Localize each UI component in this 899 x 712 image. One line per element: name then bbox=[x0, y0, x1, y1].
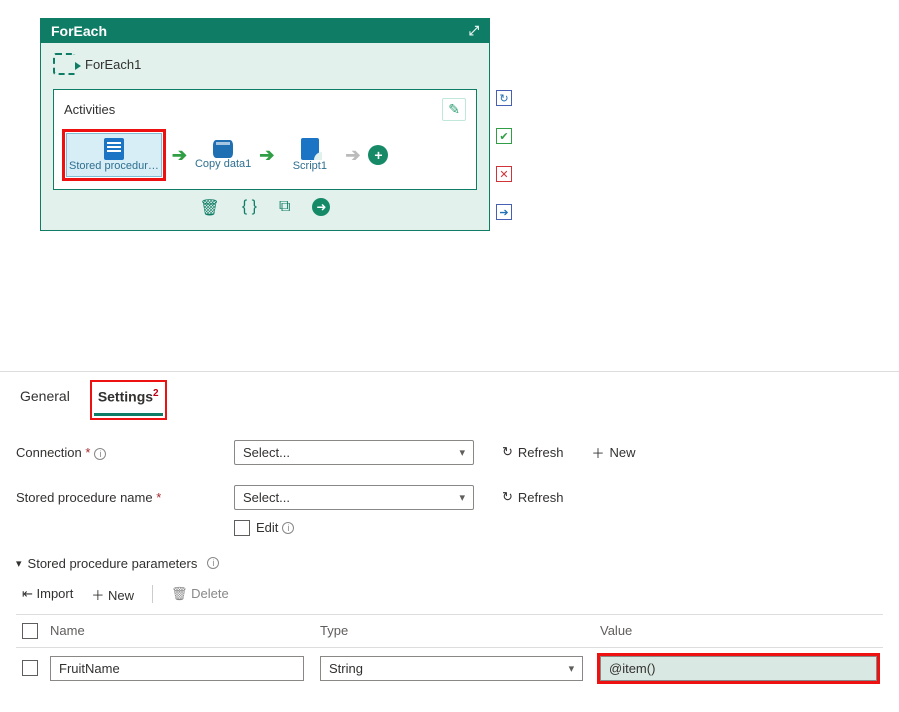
highlight-stored-proc: Stored procedur… bbox=[64, 131, 164, 179]
script-icon bbox=[301, 138, 319, 160]
check-icon[interactable]: ✔ bbox=[496, 128, 512, 144]
copy-icon[interactable]: ⧉ bbox=[279, 198, 290, 218]
activity-copy-data[interactable]: Copy data1 bbox=[195, 140, 251, 170]
connection-placeholder: Select... bbox=[243, 445, 290, 460]
params-header: Name Type Value bbox=[16, 614, 883, 648]
stored-proc-icon bbox=[104, 138, 124, 160]
param-value-input[interactable]: @item() bbox=[600, 656, 877, 681]
sp-name-select[interactable]: Select... ▾ bbox=[234, 485, 474, 510]
error-icon[interactable]: ✕ bbox=[496, 166, 512, 182]
connection-label-text: Connection bbox=[16, 445, 82, 460]
braces-icon[interactable]: { } bbox=[242, 198, 257, 218]
separator bbox=[152, 585, 153, 603]
param-toolbar: ⇤ Import ＋ New 🗑 Delete bbox=[22, 585, 883, 604]
foreach-title-bar[interactable]: ForEach ⤢ bbox=[41, 19, 489, 43]
connection-label: Connection *i bbox=[16, 445, 216, 460]
tab-settings-badge: 2 bbox=[153, 388, 159, 399]
info-icon[interactable]: i bbox=[207, 557, 219, 569]
activity-script[interactable]: Script1 bbox=[282, 138, 337, 172]
import-label: Import bbox=[37, 586, 74, 601]
activity-label: Stored procedur… bbox=[69, 160, 159, 172]
param-type-select[interactable]: String ▾ bbox=[320, 656, 583, 681]
col-name: Name bbox=[50, 623, 320, 638]
delete-param-button[interactable]: 🗑 Delete bbox=[171, 586, 229, 602]
arrow-icon: ➔ bbox=[345, 145, 360, 166]
tab-settings-label: Settings bbox=[98, 389, 153, 405]
activity-label: Copy data1 bbox=[195, 158, 251, 170]
foreach-title: ForEach bbox=[51, 23, 107, 39]
status-icons: ↻ ✔ ✕ ➔ bbox=[496, 90, 512, 220]
col-value: Value bbox=[600, 623, 883, 638]
arrow-icon: ➔ bbox=[259, 145, 274, 166]
col-type: Type bbox=[320, 623, 600, 638]
refresh-sp[interactable]: ↻ Refresh bbox=[502, 489, 563, 505]
param-type-value: String bbox=[329, 661, 363, 676]
chevron-down-icon: ▾ bbox=[459, 491, 465, 504]
connection-select[interactable]: Select... ▾ bbox=[234, 440, 474, 465]
refresh-connection[interactable]: ↻ Refresh bbox=[502, 444, 563, 460]
edit-label: Edit bbox=[256, 520, 278, 535]
new-param-button[interactable]: ＋ New bbox=[91, 585, 134, 604]
tabs: General Settings2 bbox=[0, 372, 899, 416]
activities-label: Activities bbox=[64, 102, 115, 117]
chevron-down-icon: ▾ bbox=[569, 662, 575, 675]
go-icon[interactable]: ➜ bbox=[312, 198, 330, 216]
foreach-node[interactable]: ForEach1 bbox=[53, 53, 477, 75]
delete-icon[interactable]: 🗑 bbox=[200, 198, 220, 218]
refresh-label: Refresh bbox=[518, 490, 564, 505]
foreach-node-name: ForEach1 bbox=[85, 57, 141, 72]
forward-icon[interactable]: ➔ bbox=[496, 204, 512, 220]
params-section-toggle[interactable]: ▾ Stored procedure parameters i bbox=[16, 556, 883, 571]
sp-name-label-text: Stored procedure name bbox=[16, 490, 153, 505]
activities-box: Activities ✎ Stored procedur… ➔ Copy dat… bbox=[53, 89, 477, 190]
edit-activities-icon[interactable]: ✎ bbox=[442, 98, 466, 121]
param-row: FruitName String ▾ @item() bbox=[16, 648, 883, 689]
activity-stored-procedure[interactable]: Stored procedur… bbox=[66, 133, 162, 177]
import-button[interactable]: ⇤ Import bbox=[22, 586, 73, 602]
chevron-down-icon: ▾ bbox=[16, 557, 22, 570]
info-icon[interactable]: i bbox=[94, 448, 106, 460]
loop-icon[interactable]: ↻ bbox=[496, 90, 512, 106]
refresh-label: Refresh bbox=[518, 445, 564, 460]
edit-checkbox[interactable] bbox=[234, 520, 250, 536]
expand-icon[interactable]: ⤢ bbox=[469, 23, 479, 39]
select-all-checkbox[interactable] bbox=[22, 623, 38, 639]
foreach-icon bbox=[53, 53, 75, 75]
info-icon[interactable]: i bbox=[282, 522, 294, 534]
activity-label: Script1 bbox=[293, 160, 327, 172]
chevron-down-icon: ▾ bbox=[459, 446, 465, 459]
sp-name-placeholder: Select... bbox=[243, 490, 290, 505]
sp-name-label: Stored procedure name * bbox=[16, 490, 216, 505]
params-section-label: Stored procedure parameters bbox=[28, 556, 198, 571]
delete-param-label: Delete bbox=[191, 586, 229, 601]
foreach-card: ForEach ⤢ ForEach1 Activities ✎ Stored p… bbox=[40, 18, 490, 231]
new-connection[interactable]: ＋ New bbox=[591, 443, 635, 462]
param-name-input[interactable]: FruitName bbox=[50, 656, 304, 681]
new-param-label: New bbox=[108, 588, 134, 603]
copy-data-icon bbox=[213, 140, 233, 158]
row-checkbox[interactable] bbox=[22, 660, 38, 676]
tab-general[interactable]: General bbox=[16, 384, 74, 416]
tab-settings[interactable]: Settings2 bbox=[94, 384, 163, 416]
add-activity-button[interactable]: + bbox=[368, 145, 388, 165]
activity-flow: Stored procedur… ➔ Copy data1 ➔ Script1 … bbox=[64, 131, 466, 179]
new-label: New bbox=[609, 445, 635, 460]
card-toolbar: 🗑 { } ⧉ ➜ bbox=[53, 190, 477, 224]
arrow-icon: ➔ bbox=[172, 145, 187, 166]
